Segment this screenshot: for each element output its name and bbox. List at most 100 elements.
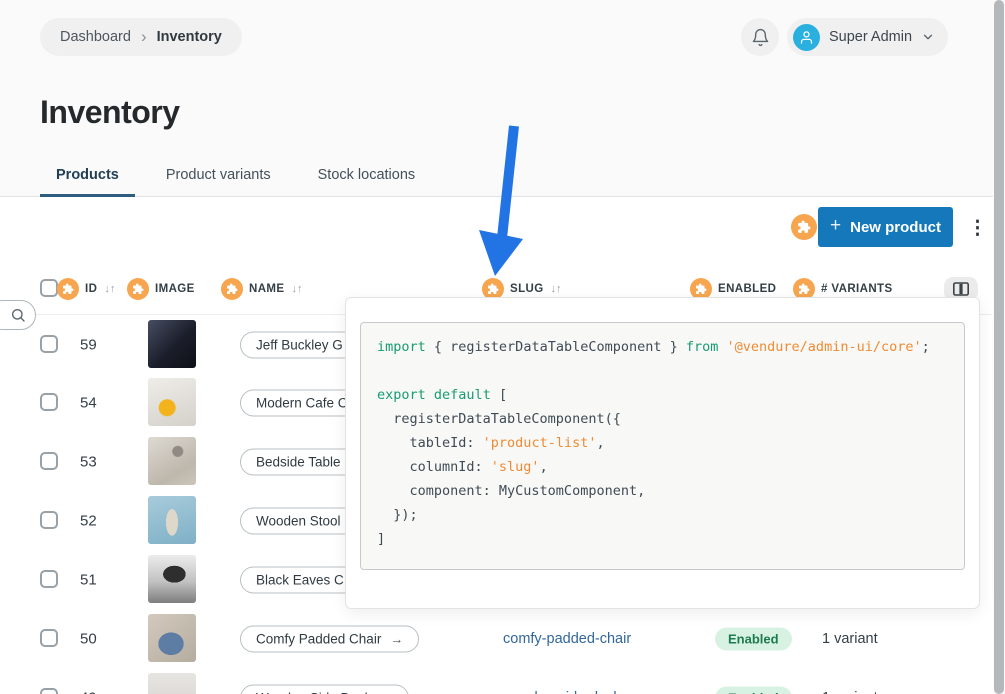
code-token: { registerDataTableComponent } <box>426 339 686 355</box>
column-header-id: ID ↓↑ <box>57 276 115 302</box>
product-id: 53 <box>80 453 97 470</box>
product-name: Wooden Stool <box>256 513 341 528</box>
column-header-name: NAME ↓↑ <box>221 276 302 302</box>
code-token: ] <box>377 531 385 547</box>
product-name-chip[interactable]: Wooden Side Desk→ <box>240 684 409 694</box>
code-line: import { registerDataTableComponent } fr… <box>377 335 948 359</box>
product-name: Comfy Padded Chair <box>256 631 381 646</box>
tab-product-variants[interactable]: Product variants <box>150 167 287 197</box>
select-all-checkbox[interactable] <box>40 279 58 297</box>
new-product-button[interactable]: + New product <box>818 207 953 247</box>
code-line <box>377 359 948 383</box>
tab-stock-locations[interactable]: Stock locations <box>302 167 432 197</box>
table-row: 49Wooden Side Desk→wooden-side-deskEnabl… <box>0 668 992 694</box>
new-product-label: New product <box>850 219 941 236</box>
product-id: 52 <box>80 512 97 529</box>
column-label: # VARIANTS <box>821 283 893 295</box>
code-token: default <box>434 387 491 403</box>
product-image[interactable] <box>148 673 196 694</box>
code-token: import <box>377 339 426 355</box>
chevron-down-icon <box>921 30 935 44</box>
product-name-chip[interactable]: Comfy Padded Chair→ <box>240 625 419 652</box>
row-checkbox[interactable] <box>40 570 58 588</box>
code-token: component: MyCustomComponent, <box>377 483 645 499</box>
variant-count: 1 variant <box>822 690 878 694</box>
code-line: export default [ <box>377 383 948 407</box>
tab-bar: Products Product variants Stock locations <box>40 167 431 197</box>
product-id: 50 <box>80 630 97 647</box>
product-id: 59 <box>80 336 97 353</box>
code-token: from <box>686 339 719 355</box>
code-popover: import { registerDataTableComponent } fr… <box>345 297 980 609</box>
avatar <box>793 24 820 51</box>
sort-icon[interactable]: ↓↑ <box>104 283 115 295</box>
user-menu[interactable]: Super Admin <box>787 18 948 56</box>
ui-extension-puzzle-icon <box>221 278 243 300</box>
row-checkbox[interactable] <box>40 629 58 647</box>
code-line: }); <box>377 503 948 527</box>
row-checkbox[interactable] <box>40 393 58 411</box>
page-title: Inventory <box>40 94 180 131</box>
product-id: 54 <box>80 394 97 411</box>
code-line: component: MyCustomComponent, <box>377 479 948 503</box>
column-label: NAME <box>249 283 284 295</box>
product-image[interactable] <box>148 320 196 368</box>
sort-icon[interactable]: ↓↑ <box>551 283 562 295</box>
code-token: ; <box>922 339 930 355</box>
product-slug-link[interactable]: wooden-side-desk <box>503 690 621 694</box>
column-label: IMAGE <box>155 283 195 295</box>
tab-products[interactable]: Products <box>40 167 135 197</box>
code-token: 'slug' <box>491 459 540 475</box>
code-token: export <box>377 387 426 403</box>
variant-count: 1 variant <box>822 631 878 647</box>
table-row: 50 Comfy Padded Chair→ comfy-padded-chair E… <box>0 609 992 669</box>
ui-extension-puzzle-icon <box>127 278 149 300</box>
column-label: ID <box>85 283 97 295</box>
product-image[interactable] <box>148 555 196 603</box>
product-image[interactable] <box>148 378 196 426</box>
more-actions-button[interactable]: ⋮ <box>962 213 988 243</box>
code-token: tableId: <box>377 435 483 451</box>
row-checkbox[interactable] <box>40 452 58 470</box>
scrollbar-thumb[interactable] <box>994 0 1004 694</box>
row-checkbox[interactable] <box>40 511 58 529</box>
columns-icon <box>953 282 969 296</box>
breadcrumb-item-inventory[interactable]: Inventory <box>157 29 222 45</box>
code-token: columnId: <box>377 459 491 475</box>
product-slug-link[interactable]: comfy-padded-chair <box>503 631 631 647</box>
code-token: 'product-list' <box>483 435 597 451</box>
code-token: '@vendure/admin-ui/core' <box>727 339 922 355</box>
code-token: [ <box>491 387 507 403</box>
column-header-image: IMAGE <box>127 276 195 302</box>
product-name: Jeff Buckley G <box>256 337 343 352</box>
code-token: }); <box>377 507 418 523</box>
product-id: 51 <box>80 571 97 588</box>
product-image[interactable] <box>148 496 196 544</box>
row-checkbox[interactable] <box>40 335 58 353</box>
product-image[interactable] <box>148 437 196 485</box>
breadcrumb-item-dashboard[interactable]: Dashboard <box>60 29 131 45</box>
code-token: , <box>540 459 548 475</box>
ui-extension-puzzle-icon <box>791 214 817 240</box>
status-badge: Enabled <box>715 627 792 650</box>
search-icon <box>10 307 26 323</box>
vendure-admin-page: Dashboard › Inventory Super Admin <box>0 0 1005 694</box>
code-token: registerDataTableComponent({ <box>377 411 621 427</box>
product-name: Bedside Table <box>256 454 341 469</box>
column-label: ENABLED <box>718 283 776 295</box>
product-image[interactable] <box>148 614 196 662</box>
bell-icon <box>751 28 770 47</box>
status-badge: Enabled <box>715 686 792 694</box>
code-line: registerDataTableComponent({ <box>377 407 948 431</box>
arrow-right-icon: → <box>380 690 393 694</box>
product-name: Modern Cafe C <box>256 395 348 410</box>
code-token: , <box>596 435 604 451</box>
breadcrumb[interactable]: Dashboard › Inventory <box>40 18 242 56</box>
notifications-button[interactable] <box>741 18 779 56</box>
search-button[interactable] <box>0 300 36 330</box>
row-checkbox[interactable] <box>40 688 58 694</box>
vertical-scrollbar[interactable] <box>993 0 1005 694</box>
sort-icon[interactable]: ↓↑ <box>291 283 302 295</box>
column-label: SLUG <box>510 283 544 295</box>
code-line: columnId: 'slug', <box>377 455 948 479</box>
